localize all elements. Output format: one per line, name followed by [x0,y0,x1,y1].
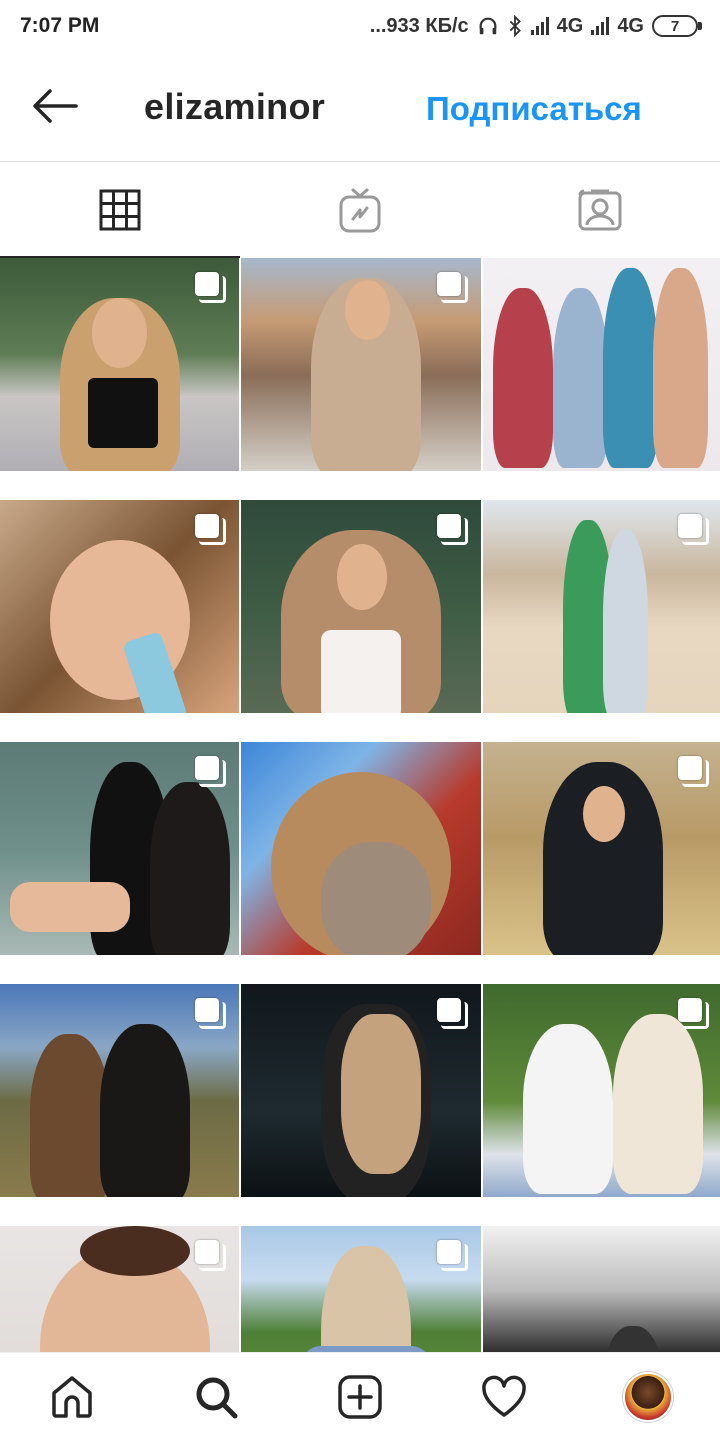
search-icon [196,1377,238,1418]
tagged-icon [578,189,622,231]
profile-avatar [623,1371,673,1422]
tab-posts-grid[interactable] [0,162,240,258]
post-thumbnail[interactable] [483,742,720,955]
status-bar: 7:07 PM ...933 КБ/с 4G 4G 7 [0,0,720,52]
post-thumbnail[interactable] [241,1226,481,1352]
bottom-navigation [0,1352,720,1440]
home-icon [52,1375,92,1418]
multiple-photos-icon [678,756,709,787]
heart-icon [482,1375,526,1417]
network-speed: ...933 КБ/с [369,14,469,37]
headphones-icon [479,17,497,35]
multiple-photos-icon [678,998,709,1029]
tab-igtv[interactable] [240,162,480,258]
network-type-2: 4G [617,14,644,37]
multiple-photos-icon [195,756,226,787]
bluetooth-icon [509,15,521,37]
post-thumbnail[interactable] [241,984,481,1197]
multiple-photos-icon [437,998,468,1029]
nav-home[interactable] [27,1353,117,1440]
nav-profile[interactable] [603,1353,693,1440]
multiple-photos-icon [437,272,468,303]
post-thumbnail[interactable] [241,500,481,713]
post-thumbnail[interactable] [241,258,481,471]
status-time: 7:07 PM [20,14,100,37]
post-thumbnail[interactable] [241,742,481,955]
nav-new-post[interactable] [315,1353,405,1440]
nav-activity[interactable] [459,1353,549,1440]
multiple-photos-icon [195,272,226,303]
multiple-photos-icon [195,998,226,1029]
battery-level: 7 [670,17,680,35]
battery-icon: 7 [652,15,702,37]
post-thumbnail[interactable] [0,1226,239,1352]
network-type-1: 4G [556,14,584,37]
nav-search[interactable] [171,1353,261,1440]
post-thumbnail[interactable] [483,1226,720,1352]
post-thumbnail[interactable] [483,500,720,713]
new-post-icon [338,1374,382,1419]
post-thumbnail[interactable] [0,984,239,1197]
post-thumbnail[interactable] [483,984,720,1197]
igtv-icon [339,188,381,233]
signal-icon-2 [591,17,610,35]
multiple-photos-icon [195,1240,226,1271]
profile-tabs [0,162,720,258]
status-icons: ...933 КБ/с 4G 4G 7 [370,15,702,38]
post-thumbnail[interactable] [0,500,239,713]
tab-tagged[interactable] [480,162,720,258]
posts-grid [0,258,720,1352]
multiple-photos-icon [437,514,468,545]
post-thumbnail[interactable] [0,258,239,471]
profile-header: elizaminor Подписаться [0,52,720,162]
follow-button[interactable]: Подписаться [426,90,642,128]
grid-icon [99,189,141,231]
multiple-photos-icon [195,514,226,545]
multiple-photos-icon [678,514,709,545]
post-thumbnail[interactable] [0,742,239,955]
profile-username: elizaminor [144,86,326,127]
signal-icon [530,17,549,35]
multiple-photos-icon [437,1240,468,1271]
back-arrow-icon[interactable] [30,86,80,126]
post-thumbnail[interactable] [483,258,720,471]
